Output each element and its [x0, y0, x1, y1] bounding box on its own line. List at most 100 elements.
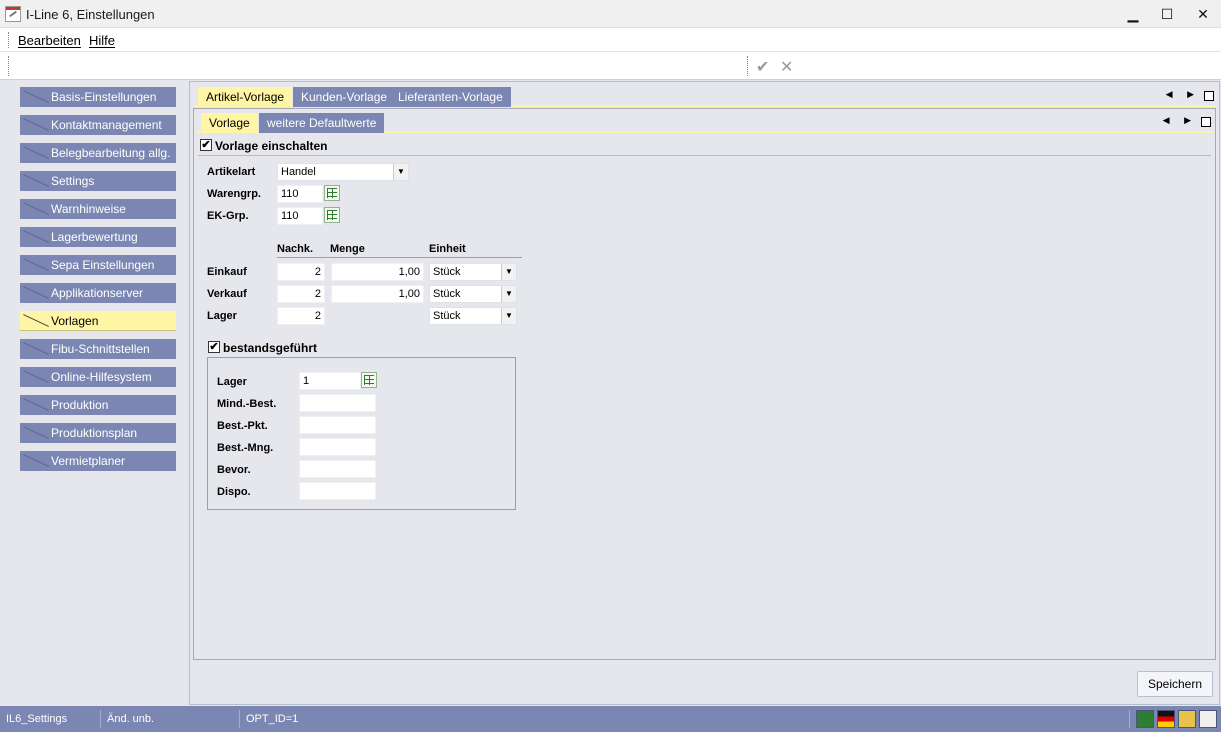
verkauf-menge-input[interactable]: 1,00 — [331, 285, 424, 303]
col-nachk: Nachk. — [277, 243, 314, 255]
einkauf-nachk-input[interactable]: 2 — [277, 263, 325, 281]
ekgrp-input[interactable]: 110 — [277, 207, 323, 225]
col-einheit: Einheit — [429, 243, 466, 255]
col-menge: Menge — [330, 243, 365, 255]
excel-icon[interactable] — [1136, 710, 1154, 728]
title-bar: I-Line 6, Einstellungen ▁ ☐ ✕ — [0, 0, 1221, 28]
nav-kontaktmanagement[interactable]: Kontaktmanagement — [20, 115, 176, 135]
dispo-input[interactable] — [299, 482, 376, 500]
table-lookup-icon[interactable] — [324, 207, 340, 223]
verkauf-einheit-value: Stück — [433, 288, 461, 300]
bevor-label: Bevor. — [217, 464, 251, 476]
nav-settings[interactable]: Settings — [20, 171, 176, 191]
german-flag-icon[interactable] — [1157, 710, 1175, 728]
divider — [198, 155, 1211, 156]
mind-best-input[interactable] — [299, 394, 376, 412]
status-module: IL6_Settings — [0, 710, 101, 728]
mind-best-label: Mind.-Best. — [217, 398, 277, 410]
lager-einheit-select[interactable]: Stück ▼ — [429, 307, 517, 325]
chevron-down-icon[interactable]: ▼ — [501, 286, 516, 302]
toolbar-grip — [8, 56, 9, 76]
lager-nachk-input[interactable]: 2 — [277, 307, 325, 325]
main-panel: Artikel-Vorlage Kunden-Vorlage Lieferant… — [189, 81, 1220, 705]
app-icon[interactable] — [5, 6, 21, 22]
nav-lagerbewertung[interactable]: Lagerbewertung — [20, 227, 176, 247]
lager-input[interactable]: 1 — [299, 372, 361, 390]
lock-icon[interactable] — [1178, 710, 1196, 728]
toolbar-separator — [747, 56, 748, 76]
einkauf-einheit-select[interactable]: Stück ▼ — [429, 263, 517, 281]
dispo-label: Dispo. — [217, 486, 251, 498]
warengrp-input[interactable]: 110 — [277, 185, 323, 203]
status-bar: IL6_Settings Änd. unb. OPT_ID=1 — [0, 706, 1221, 732]
table-lookup-icon[interactable] — [361, 372, 377, 388]
nav-applikationserver[interactable]: Applikationserver — [20, 283, 176, 303]
lager-label: Lager — [217, 376, 247, 388]
table-header-line — [277, 257, 522, 258]
nav-warnhinweise[interactable]: Warnhinweise — [20, 199, 176, 219]
vorlage-einschalten-label: Vorlage einschalten — [215, 139, 328, 153]
artikelart-value: Handel — [281, 166, 316, 178]
nav-produktion[interactable]: Produktion — [20, 395, 176, 415]
nav-sepa-einstellungen[interactable]: Sepa Einstellungen — [20, 255, 176, 275]
vorlage-panel: Vorlage weitere Defaultwerte ◀ ▶ ✔ Vorla… — [193, 108, 1216, 660]
outer-tab-scroll-arrows[interactable]: ◀ ▶ — [1166, 89, 1200, 100]
verkauf-label: Verkauf — [207, 288, 247, 300]
verkauf-einheit-select[interactable]: Stück ▼ — [429, 285, 517, 303]
best-mng-input[interactable] — [299, 438, 376, 456]
menu-hilfe[interactable]: Hilfe — [89, 33, 115, 48]
verkauf-nachk-input[interactable]: 2 — [277, 285, 325, 303]
inner-tab-scroll-arrows[interactable]: ◀ ▶ — [1163, 115, 1197, 126]
best-pkt-input[interactable] — [299, 416, 376, 434]
maximize-button[interactable]: ☐ — [1152, 4, 1182, 24]
confirm-icon[interactable]: ✔ — [756, 57, 769, 77]
layout-icon[interactable] — [1199, 710, 1217, 728]
chevron-down-icon[interactable]: ▼ — [501, 264, 516, 280]
bestandsgefuehrt-label: bestandsgeführt — [223, 341, 318, 355]
close-window-button[interactable]: ✕ — [1188, 4, 1218, 24]
nav-produktionsplan[interactable]: Produktionsplan — [20, 423, 176, 443]
bevor-input[interactable] — [299, 460, 376, 478]
menu-bearbeiten[interactable]: Bearbeiten — [18, 33, 81, 48]
settings-navigation: Basis-Einstellungen Kontaktmanagement Be… — [0, 81, 189, 705]
save-button[interactable]: Speichern — [1137, 671, 1213, 697]
nav-belegbearbeitung[interactable]: Belegbearbeitung allg. — [20, 143, 176, 163]
warengrp-label: Warengrp. — [207, 188, 261, 200]
lager-einheit-value: Stück — [433, 310, 461, 322]
inner-tab-strip: Vorlage weitere Defaultwerte ◀ ▶ — [196, 111, 1213, 133]
einkauf-menge-input[interactable]: 1,00 — [331, 263, 424, 281]
nav-vorlagen[interactable]: Vorlagen — [20, 311, 176, 331]
menu-grip — [8, 32, 9, 48]
table-lookup-icon[interactable] — [324, 185, 340, 201]
lager-unit-label: Lager — [207, 310, 237, 322]
chevron-down-icon[interactable]: ▼ — [501, 308, 516, 324]
inner-tab-close-icon[interactable] — [1201, 117, 1211, 127]
nav-online-hilfesystem[interactable]: Online-Hilfesystem — [20, 367, 176, 387]
chevron-down-icon[interactable]: ▼ — [393, 164, 408, 180]
tab-lieferanten-vorlage[interactable]: Lieferanten-Vorlage — [390, 87, 511, 107]
ekgrp-label: EK-Grp. — [207, 210, 249, 222]
menu-bar: Bearbeiten Hilfe — [0, 28, 1221, 52]
window-title: I-Line 6, Einstellungen — [26, 7, 155, 22]
status-opt-id: OPT_ID=1 — [240, 710, 1130, 728]
tab-vorlage[interactable]: Vorlage — [201, 113, 258, 133]
bestandsgefuehrt-checkbox[interactable]: ✔ — [208, 341, 220, 353]
nav-fibu-schnittstellen[interactable]: Fibu-Schnittstellen — [20, 339, 176, 359]
minimize-button[interactable]: ▁ — [1118, 4, 1148, 24]
vorlage-einschalten-checkbox[interactable]: ✔ — [200, 139, 212, 151]
artikelart-select[interactable]: Handel ▼ — [277, 163, 409, 181]
nav-basis-einstellungen[interactable]: Basis-Einstellungen — [20, 87, 176, 107]
einkauf-label: Einkauf — [207, 266, 247, 278]
outer-tab-strip: Artikel-Vorlage Kunden-Vorlage Lieferant… — [193, 85, 1216, 107]
tab-weitere-defaultwerte[interactable]: weitere Defaultwerte — [259, 113, 385, 133]
stock-groupbox: Lager 1 Mind.-Best. Best.-Pkt. Best.-Mng… — [207, 357, 516, 510]
status-changes: Änd. unb. — [101, 710, 240, 728]
einkauf-einheit-value: Stück — [433, 266, 461, 278]
tab-artikel-vorlage[interactable]: Artikel-Vorlage — [198, 87, 293, 107]
best-mng-label: Best.-Mng. — [217, 442, 274, 454]
nav-vermietplaner[interactable]: Vermietplaner — [20, 451, 176, 471]
outer-tab-close-icon[interactable] — [1204, 91, 1214, 101]
cancel-icon[interactable]: ✕ — [780, 57, 793, 77]
tab-kunden-vorlage[interactable]: Kunden-Vorlage — [293, 87, 396, 107]
toolbar: ✔ ✕ — [0, 52, 1221, 80]
